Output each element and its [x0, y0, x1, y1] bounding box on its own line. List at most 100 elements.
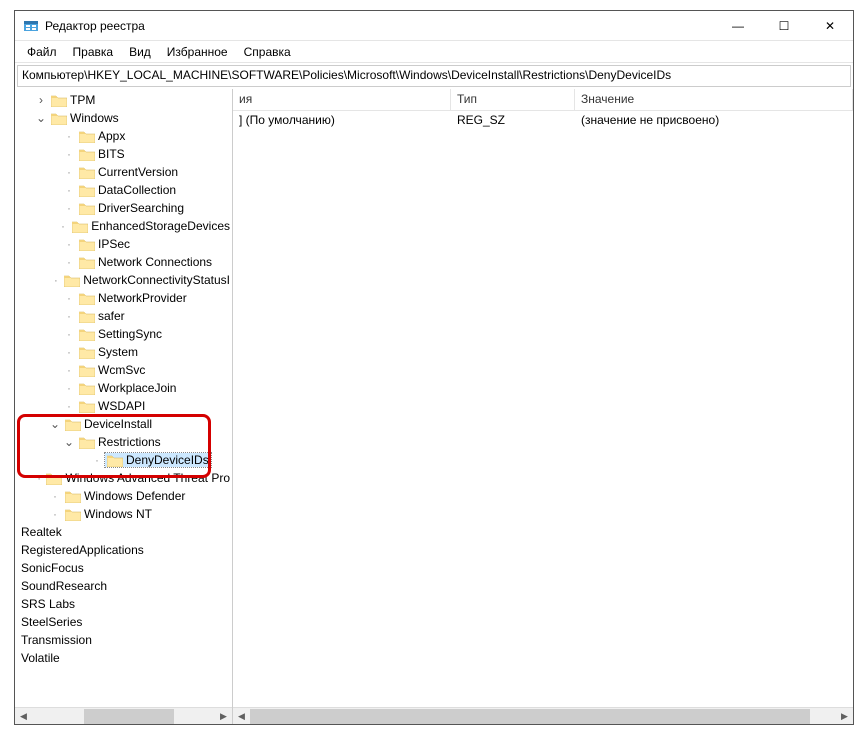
- tree-item[interactable]: SoundResearch: [15, 577, 232, 595]
- tree-connector: ·: [91, 454, 103, 466]
- window-controls: — ☐ ✕: [715, 11, 853, 41]
- scroll-right-icon[interactable]: ▶: [215, 708, 232, 725]
- folder-icon: [79, 400, 95, 413]
- tree-connector: ·: [63, 310, 75, 322]
- tree-item[interactable]: ›TPM: [15, 91, 232, 109]
- expander-icon[interactable]: ›: [35, 94, 47, 106]
- tree-item-label: DriverSearching: [98, 201, 184, 215]
- tree-item[interactable]: · BITS: [15, 145, 232, 163]
- tree-item[interactable]: ·WorkplaceJoin: [15, 379, 232, 397]
- tree-item[interactable]: ·Windows Defender: [15, 487, 232, 505]
- tree-item[interactable]: ⌄ Windows: [15, 109, 232, 127]
- tree-item-label: safer: [98, 309, 125, 323]
- tree-pane: ›TPM ⌄ Windows ·Appx · BITS ·CurrentVersion·Da…: [15, 89, 233, 724]
- menu-view[interactable]: Вид: [121, 43, 159, 61]
- tree-item[interactable]: ·CurrentVersion: [15, 163, 232, 181]
- tree-item[interactable]: ·DataCollection: [15, 181, 232, 199]
- tree-item-label: Windows NT: [84, 507, 152, 521]
- scroll-thumb[interactable]: [84, 709, 174, 724]
- column-value[interactable]: Значение: [575, 89, 853, 110]
- list-header: ия Тип Значение: [233, 89, 853, 111]
- window-frame: Редактор реестра — ☐ ✕ Файл Правка Вид И…: [14, 10, 854, 725]
- folder-icon: [65, 418, 81, 431]
- tree-item[interactable]: ·EnhancedStorageDevices: [15, 217, 232, 235]
- tree-item[interactable]: ·Appx: [15, 127, 232, 145]
- tree-connector: ·: [63, 148, 75, 160]
- maximize-button[interactable]: ☐: [761, 11, 807, 41]
- tree-item[interactable]: SRS Labs: [15, 595, 232, 613]
- cell-value: (значение не присвоено): [575, 113, 853, 127]
- scroll-thumb[interactable]: [250, 709, 810, 724]
- close-button[interactable]: ✕: [807, 11, 853, 41]
- tree-view[interactable]: ›TPM ⌄ Windows ·Appx · BITS ·CurrentVersion·Da…: [15, 89, 232, 707]
- tree-item[interactable]: ·IPSec: [15, 235, 232, 253]
- folder-icon: [64, 274, 80, 287]
- address-bar[interactable]: Компьютер\HKEY_LOCAL_MACHINE\SOFTWARE\Po…: [17, 65, 851, 87]
- tree-item-label: Transmission: [21, 633, 92, 647]
- expander-icon[interactable]: ⌄: [49, 418, 61, 430]
- cell-name: ] (По умолчанию): [233, 113, 451, 127]
- list-row[interactable]: ] (По умолчанию)REG_SZ(значение не присв…: [233, 111, 853, 129]
- tree-item-label: Volatile: [21, 651, 60, 665]
- tree-item[interactable]: ·DenyDeviceIDs: [15, 451, 232, 469]
- tree-item[interactable]: ·Windows Advanced Threat Pro: [15, 469, 232, 487]
- tree-item-label: WcmSvc: [98, 363, 145, 377]
- tree-connector: ·: [36, 472, 43, 484]
- tree-connector: ·: [63, 364, 75, 376]
- scroll-track[interactable]: [32, 708, 215, 725]
- tree-item-label: BITS: [98, 147, 125, 161]
- tree-item[interactable]: SteelSeries: [15, 613, 232, 631]
- tree-connector: ·: [63, 238, 75, 250]
- folder-icon: [65, 490, 81, 503]
- folder-icon: [107, 454, 123, 467]
- tree-item[interactable]: ·NetworkConnectivityStatusI: [15, 271, 232, 289]
- menu-edit[interactable]: Правка: [65, 43, 122, 61]
- tree-connector: ·: [63, 292, 75, 304]
- tree-item[interactable]: ·SettingSync: [15, 325, 232, 343]
- tree-item[interactable]: · safer: [15, 307, 232, 325]
- folder-icon: [79, 436, 95, 449]
- tree-item[interactable]: ·NetworkProvider: [15, 289, 232, 307]
- tree-item[interactable]: ·Network Connections: [15, 253, 232, 271]
- folder-icon: [79, 310, 95, 323]
- tree-item[interactable]: Realtek: [15, 523, 232, 541]
- tree-item[interactable]: Volatile: [15, 649, 232, 667]
- scroll-left-icon[interactable]: ◀: [233, 708, 250, 725]
- tree-item-label: RegisteredApplications: [21, 543, 144, 557]
- tree-item[interactable]: · WcmSvc: [15, 361, 232, 379]
- scroll-track[interactable]: [250, 708, 836, 725]
- scroll-left-icon[interactable]: ◀: [15, 708, 32, 725]
- tree-item[interactable]: SonicFocus: [15, 559, 232, 577]
- tree-item-label: SoundResearch: [21, 579, 107, 593]
- tree-item[interactable]: RegisteredApplications: [15, 541, 232, 559]
- tree-item[interactable]: ⌄DeviceInstall: [15, 415, 232, 433]
- tree-item[interactable]: ·Windows NT: [15, 505, 232, 523]
- tree-item-label: Network Connections: [98, 255, 212, 269]
- tree-item-label: Windows: [70, 111, 119, 125]
- tree-item-label: Restrictions: [98, 435, 161, 449]
- expander-icon[interactable]: ⌄: [35, 112, 47, 124]
- menu-favorites[interactable]: Избранное: [159, 43, 236, 61]
- list-scrollbar[interactable]: ◀ ▶: [233, 707, 853, 724]
- menu-help[interactable]: Справка: [236, 43, 299, 61]
- expander-icon[interactable]: ⌄: [63, 436, 75, 448]
- tree-item[interactable]: ·System: [15, 343, 232, 361]
- tree-scrollbar[interactable]: ◀ ▶: [15, 707, 232, 724]
- scroll-right-icon[interactable]: ▶: [836, 708, 853, 725]
- folder-icon: [79, 328, 95, 341]
- tree-item[interactable]: ·WSDAPI: [15, 397, 232, 415]
- menu-file[interactable]: Файл: [19, 43, 65, 61]
- tree-item[interactable]: · DriverSearching: [15, 199, 232, 217]
- folder-icon: [79, 238, 95, 251]
- tree-item[interactable]: Transmission: [15, 631, 232, 649]
- tree-item-label: SRS Labs: [21, 597, 75, 611]
- folder-icon: [79, 364, 95, 377]
- column-name[interactable]: ия: [233, 89, 451, 110]
- menubar: Файл Правка Вид Избранное Справка: [15, 41, 853, 63]
- column-type[interactable]: Тип: [451, 89, 575, 110]
- tree-item-label: SteelSeries: [21, 615, 82, 629]
- minimize-button[interactable]: —: [715, 11, 761, 41]
- list-body[interactable]: ] (По умолчанию)REG_SZ(значение не присв…: [233, 111, 853, 707]
- tree-connector: ·: [63, 202, 75, 214]
- tree-item[interactable]: ⌄ Restrictions: [15, 433, 232, 451]
